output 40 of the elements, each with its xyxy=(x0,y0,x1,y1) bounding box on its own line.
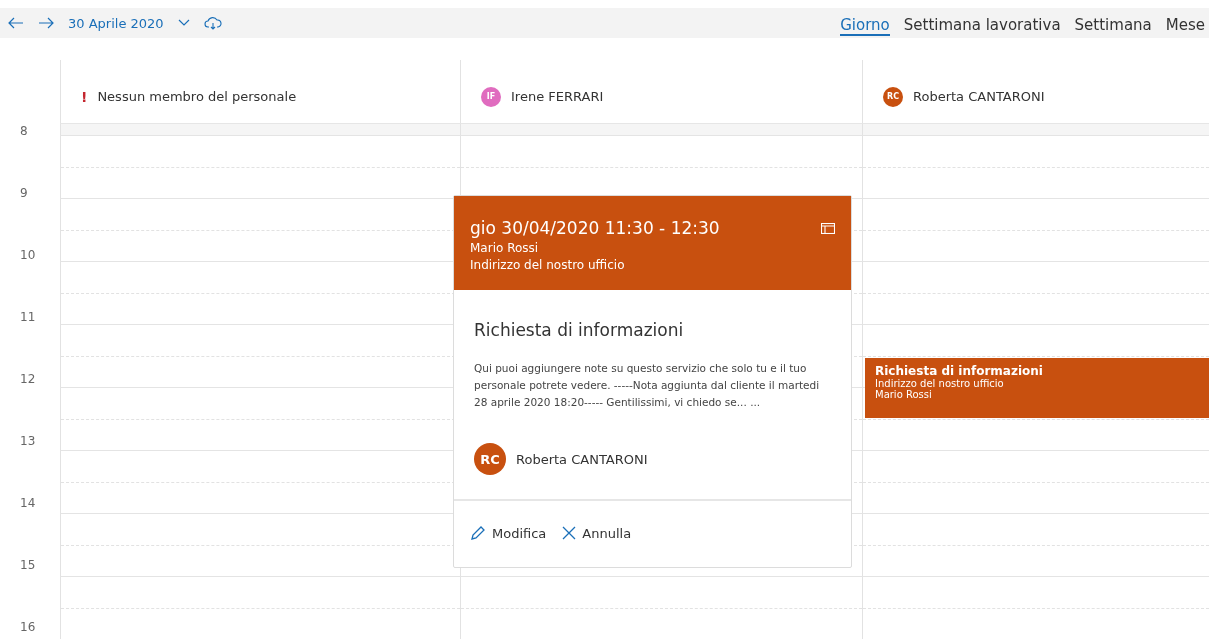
event-notes: Qui puoi aggiungere note su questo servizio che solo tu e il tuo personale potrete vedere. -----Nota aggiunta dal cliente il martedi 28 aprile 2020 18:20----- Gentilissimi, vi chiedo se... ... xyxy=(474,361,821,410)
hour-label: 8 xyxy=(19,124,29,140)
forward-arrow-icon[interactable] xyxy=(38,17,54,29)
event-time: gio 30/04/2020 11:30 - 12:30 xyxy=(470,218,720,238)
staff-name: Irene FERRARI xyxy=(511,89,604,104)
event-block[interactable]: Richiesta di informazioni Indirizzo del nostro ufficio Mario Rossi xyxy=(865,358,1209,418)
event-location: Indirizzo del nostro ufficio xyxy=(470,258,626,272)
view-tab[interactable]: Settimana lavorativa xyxy=(903,16,1061,36)
hour-label: 11 xyxy=(19,310,37,326)
event-location: Indirizzo del nostro ufficio xyxy=(875,378,1005,389)
hour-label: 14 xyxy=(19,496,37,512)
event-title: Richiesta di informazioni xyxy=(474,320,685,340)
event-customer: Mario Rossi xyxy=(875,389,933,400)
hour-label: 10 xyxy=(19,248,37,264)
event-title: Richiesta di informazioni xyxy=(875,364,1044,378)
edit-button[interactable]: Modifica xyxy=(470,525,547,541)
view-tab[interactable]: Settimana xyxy=(1074,16,1152,36)
hour-label: 16 xyxy=(19,620,37,636)
staff-name: Roberta CANTARONI xyxy=(516,451,648,467)
window-icon[interactable] xyxy=(821,222,835,234)
pencil-icon xyxy=(470,525,486,541)
hour-label: 15 xyxy=(19,558,37,574)
staff-name: Roberta CANTARONI xyxy=(913,89,1045,104)
back-arrow-icon[interactable] xyxy=(8,17,24,29)
cloud-icon[interactable] xyxy=(203,16,222,30)
chevron-down-icon[interactable] xyxy=(177,19,190,27)
avatar: RC xyxy=(883,86,903,107)
avatar: RC xyxy=(474,443,506,475)
hour-label: 12 xyxy=(19,372,37,388)
view-tab[interactable]: Giorno xyxy=(840,16,890,36)
event-customer: Mario Rossi xyxy=(470,241,540,255)
avatar: IF xyxy=(481,86,501,107)
view-tab[interactable]: Mese xyxy=(1165,16,1205,36)
hour-label: 13 xyxy=(19,434,37,450)
hour-label: 9 xyxy=(19,186,29,202)
close-icon xyxy=(562,526,577,540)
cancel-button[interactable]: Annulla xyxy=(562,525,632,541)
warning-mark: ! xyxy=(81,88,88,105)
date-picker[interactable]: 30 Aprile 2020 xyxy=(68,15,164,31)
staff-name: Nessun membro del personale xyxy=(97,89,297,104)
